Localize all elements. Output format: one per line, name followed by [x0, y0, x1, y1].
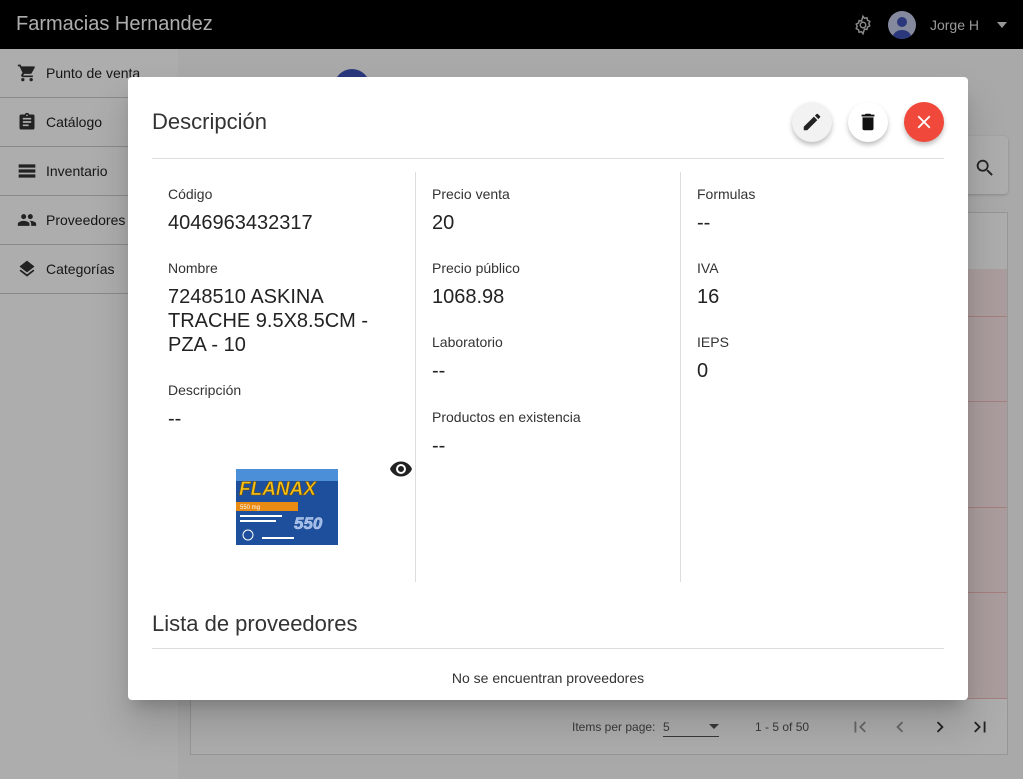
info-column-1: Código 4046963432317 Nombre 7248510 ASKI…: [152, 172, 416, 582]
info-column-2: Precio venta 20 Precio público 1068.98 L…: [416, 172, 681, 582]
close-icon: [917, 115, 931, 129]
field-formulas: Formulas --: [697, 186, 929, 235]
brand-logo: FLANAX: [239, 479, 317, 500]
field-label: Laboratorio: [432, 334, 503, 350]
trash-icon: [861, 113, 875, 131]
edit-button[interactable]: [792, 102, 832, 142]
close-button[interactable]: [904, 102, 944, 142]
field-value: 20: [432, 212, 455, 234]
field-codigo: Código 4046963432317: [168, 186, 399, 235]
field-existencia: Productos en existencia --: [432, 409, 664, 458]
field-label: Productos en existencia: [432, 409, 581, 425]
field-value: 16: [697, 286, 720, 308]
field-value: 4046963432317: [168, 212, 313, 234]
field-label: Precio venta: [432, 186, 510, 202]
field-laboratorio: Laboratorio --: [432, 334, 664, 383]
product-strength: 550 mg: [240, 505, 260, 511]
field-precio-venta: Precio venta 20: [432, 186, 664, 235]
field-label: Formulas: [697, 186, 756, 202]
product-number: 550: [294, 514, 323, 533]
delete-button[interactable]: [848, 102, 888, 142]
field-nombre: Nombre 7248510 ASKINA TRACHE 9.5X8.5CM -…: [168, 260, 399, 357]
dialog-title: Descripción: [152, 109, 267, 134]
field-value: --: [168, 408, 182, 430]
field-descripcion: Descripción --: [168, 382, 399, 431]
providers-empty-message: No se encuentran proveedores: [451, 670, 645, 686]
info-column-3: Formulas -- IVA 16 IEPS 0: [681, 172, 945, 582]
product-image: FLANAX 550 mg 550: [236, 469, 338, 545]
product-detail-dialog: Descripción Código 4046963432317 Nombre …: [128, 77, 968, 700]
pencil-icon: [803, 113, 821, 131]
field-value: --: [697, 212, 711, 234]
field-value: 7248510 ASKINA TRACHE 9.5X8.5CM - PZA - …: [168, 286, 369, 356]
field-value: --: [432, 360, 446, 382]
eye-icon[interactable]: [389, 457, 413, 481]
field-label: IEPS: [697, 334, 729, 350]
field-label: Nombre: [168, 260, 218, 276]
field-label: Código: [168, 186, 213, 202]
field-value: --: [432, 435, 446, 457]
field-value: 1068.98: [432, 286, 505, 308]
field-value: 0: [697, 360, 709, 382]
field-ieps: IEPS 0: [697, 334, 929, 383]
divider: [152, 648, 944, 649]
field-label: Descripción: [168, 382, 242, 398]
field-label: IVA: [697, 260, 719, 276]
providers-title: Lista de proveedores: [152, 611, 358, 636]
divider: [152, 158, 944, 159]
field-label: Precio público: [432, 260, 520, 276]
field-iva: IVA 16: [697, 260, 929, 309]
field-precio-publico: Precio público 1068.98: [432, 260, 664, 309]
